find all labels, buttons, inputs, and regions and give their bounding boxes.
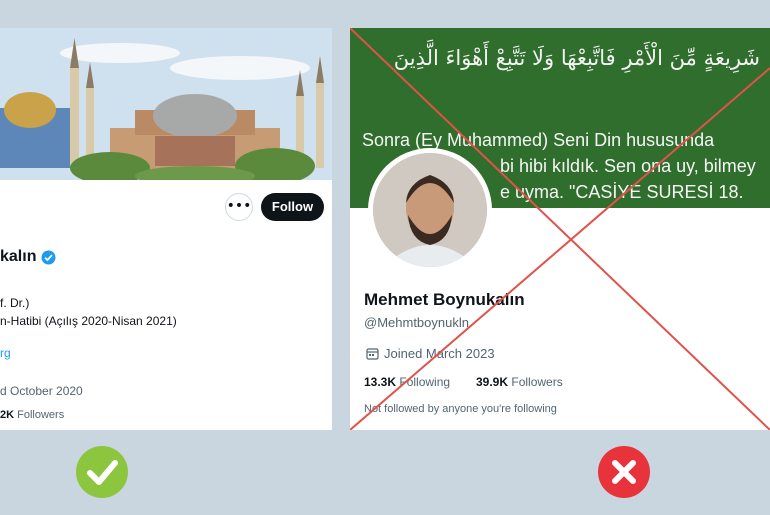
authentic-profile-screenshot: ••• Follow kalın f. Dr.) n-Hatibi (Açılı… [0, 28, 332, 430]
joined-date: d October 2020 [0, 384, 83, 398]
profile-name: kalın [0, 248, 37, 265]
mosque-banner-image [0, 28, 332, 180]
strike-through-x-mark [350, 28, 770, 430]
profile-link[interactable]: rg [0, 346, 11, 360]
more-options-button[interactable]: ••• [225, 193, 253, 221]
bio-line-1: f. Dr.) [0, 296, 30, 310]
followers-stat[interactable]: 2K Followers [0, 409, 64, 421]
fake-profile-screenshot: شَرِيعَةٍ مِّنَ الْأَمْرِ فَاتَّبِعْهَا … [350, 28, 770, 430]
followers-label: Followers [17, 409, 65, 421]
cross-icon [598, 446, 650, 498]
bio-line-2: n-Hatibi (Açılış 2020-Nisan 2021) [0, 314, 177, 328]
followers-count: 2K [0, 409, 15, 421]
verified-badge-icon [41, 250, 56, 270]
hagia-sophia-illustration [0, 28, 332, 180]
check-icon [76, 446, 128, 498]
follow-button[interactable]: Follow [261, 193, 324, 221]
